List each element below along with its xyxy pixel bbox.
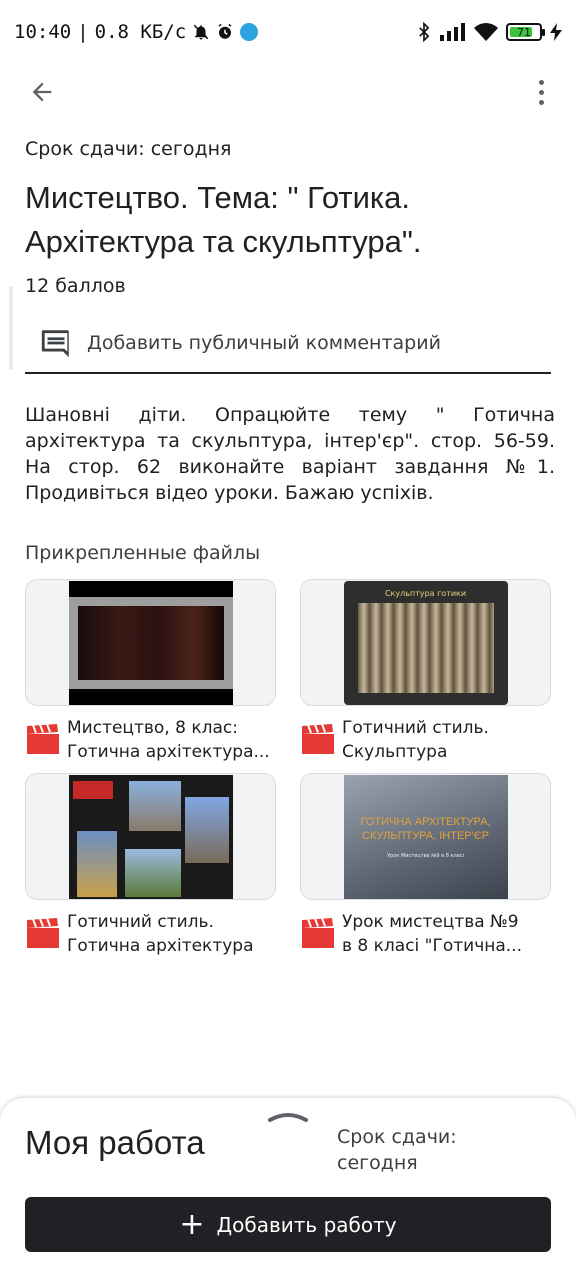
- comment-label: Добавить публичный комментарий: [87, 332, 441, 354]
- battery-icon: 71: [506, 23, 545, 41]
- file-name: Мистецтво, 8 клас: Готична архітектура..…: [67, 718, 270, 762]
- video-thumbnail: [68, 580, 233, 705]
- back-button[interactable]: [22, 74, 62, 110]
- file-card[interactable]: Скульптура готики Готичний стиль. Скульп…: [300, 579, 551, 764]
- video-clapper-icon: [27, 918, 59, 948]
- alarm-icon: [216, 23, 234, 41]
- add-comment-button[interactable]: Добавить публичный комментарий: [25, 314, 551, 374]
- add-work-label: Добавить работу: [216, 1212, 397, 1237]
- points: 12 баллов: [25, 275, 126, 297]
- expand-sheet-icon[interactable]: [268, 1108, 308, 1122]
- assignment-title: Мистецтво. Тема: " Готика. Архітектура т…: [25, 180, 422, 259]
- bell-muted-icon: [192, 23, 210, 41]
- my-work-title: Моя работа: [25, 1124, 205, 1161]
- clock: 10:40: [14, 21, 72, 43]
- wifi-icon: [474, 23, 498, 41]
- separator: |: [77, 21, 89, 43]
- more-options-button[interactable]: [526, 74, 556, 110]
- network-speed: 0.8 КБ/с: [94, 21, 187, 43]
- presentation-thumbnail: ГОТИЧНА АРХІТЕКТУРА, СКУЛЬПТУРА, ІНТЕР'Є…: [343, 774, 508, 899]
- due-date: Срок сдачи: сегодня: [25, 138, 232, 160]
- plus-icon: +: [179, 1206, 205, 1242]
- my-work-due: Срок сдачи: сегодня: [337, 1126, 457, 1174]
- telegram-icon: [240, 23, 259, 41]
- file-name: Готичний стиль. Скульптура: [342, 718, 489, 762]
- file-thumbnail: Скульптура готики: [300, 579, 551, 706]
- video-clapper-icon: [302, 918, 334, 948]
- video-clapper-icon: [302, 724, 334, 754]
- file-name: Урок мистецтва №9 в 8 класі "Готична...: [342, 912, 522, 956]
- file-card[interactable]: Мистецтво, 8 клас: Готична архітектура..…: [25, 579, 276, 764]
- presentation-thumbnail: Скульптура готики: [343, 580, 508, 705]
- file-name: Готичний стиль. Готична архітектура: [67, 912, 254, 956]
- add-work-button[interactable]: + Добавить работу: [25, 1197, 551, 1252]
- status-bar: 10:40 | 0.8 КБ/с 71: [0, 0, 576, 64]
- files-header: Прикрепленные файлы: [25, 542, 261, 564]
- file-thumbnail: ГОТИЧНА АРХІТЕКТУРА, СКУЛЬПТУРА, ІНТЕР'Є…: [300, 773, 551, 900]
- file-thumbnail: [25, 579, 276, 706]
- comment-icon: [41, 330, 69, 358]
- more-vert-icon: [538, 79, 544, 85]
- my-work-sheet[interactable]: Моя работа Срок сдачи: сегодня + Добавит…: [0, 1098, 576, 1280]
- bluetooth-icon: [416, 22, 432, 42]
- charging-icon: [550, 23, 562, 41]
- arrow-back-icon: [32, 82, 52, 102]
- scroll-indicator: [9, 286, 13, 370]
- image-thumbnail: [68, 774, 233, 899]
- video-clapper-icon: [27, 724, 59, 754]
- signal-icon: [440, 23, 466, 41]
- app-bar: [0, 64, 576, 120]
- assignment-description: Шановні діти. Опрацюйте тему " Готична а…: [25, 404, 555, 504]
- file-card[interactable]: Готичний стиль. Готична архітектура: [25, 773, 276, 958]
- file-card[interactable]: ГОТИЧНА АРХІТЕКТУРА, СКУЛЬПТУРА, ІНТЕР'Є…: [300, 773, 551, 958]
- file-thumbnail: [25, 773, 276, 900]
